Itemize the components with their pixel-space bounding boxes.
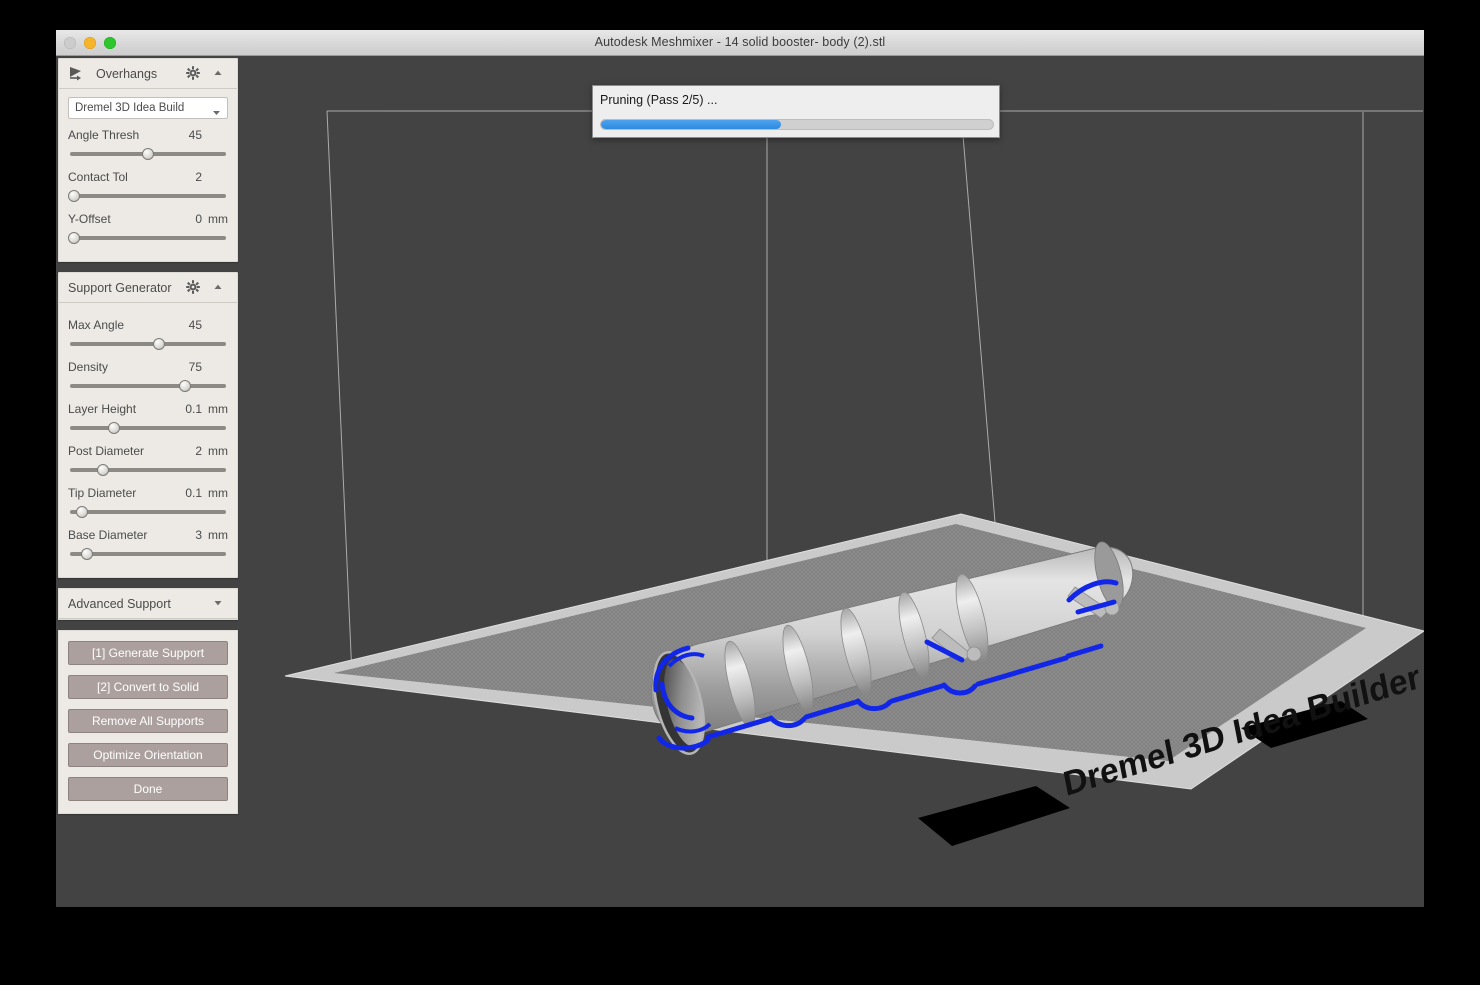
progress-status-text: Pruning (Pass 2/5) ... <box>600 93 718 107</box>
slider-track <box>70 342 226 346</box>
slider-knob[interactable] <box>68 232 81 244</box>
slider-knob[interactable] <box>81 548 94 560</box>
param-label: Max Angle <box>68 318 125 332</box>
slider-tip-diameter[interactable] <box>68 503 228 521</box>
overhang-flag-icon <box>68 66 90 82</box>
window-title: Autodesk Meshmixer - 14 solid booster- b… <box>594 35 886 49</box>
slider-track <box>70 384 226 388</box>
slider-knob[interactable] <box>68 190 81 202</box>
slider-post-diameter[interactable] <box>68 461 228 479</box>
panel-support-generator-title: Support Generator <box>68 280 172 295</box>
printer-dropdown-value: Dremel 3D Idea Build <box>75 102 185 114</box>
progress-bar-fill <box>601 120 782 129</box>
chevron-up-icon[interactable] <box>212 66 228 82</box>
param-label: Post Diameter <box>68 444 145 458</box>
gear-icon[interactable] <box>186 279 202 296</box>
param-row: Y-Offset 0 mm <box>68 212 228 226</box>
slider-track <box>70 194 226 198</box>
panel-advanced-support[interactable]: Advanced Support <box>58 588 238 620</box>
slider-knob[interactable] <box>153 338 166 350</box>
slider-y-offset[interactable] <box>68 229 228 247</box>
done-button[interactable]: Done <box>68 777 228 801</box>
panel-advanced-support-header[interactable]: Advanced Support <box>59 589 237 619</box>
gear-icon[interactable] <box>186 65 202 82</box>
param-row: Layer Height 0.1 mm <box>68 402 228 416</box>
slider-base-diameter[interactable] <box>68 545 228 563</box>
chevron-down-icon <box>212 104 221 115</box>
slider-max-angle[interactable] <box>68 335 228 353</box>
param-unit: mm <box>208 444 228 458</box>
slider-knob[interactable] <box>108 422 121 434</box>
param-row: Base Diameter 3 mm <box>68 528 228 542</box>
param-label: Tip Diameter <box>68 486 137 500</box>
scene-render: Dremel 3D Idea Builder <box>56 56 1424 907</box>
param-value: 0.1 <box>185 402 202 416</box>
param-value: 2 <box>195 170 202 184</box>
3d-viewport[interactable]: Dremel 3D Idea Builder <box>56 56 1424 907</box>
chevron-down-icon[interactable] <box>212 596 228 612</box>
slider-knob[interactable] <box>178 380 191 392</box>
action-button-group: [1] Generate Support [2] Convert to Soli… <box>58 630 238 814</box>
panel-advanced-support-title: Advanced Support <box>68 596 171 611</box>
panel-support-generator-body: Max Angle 45 Density 75 Layer Height 0.1… <box>59 303 237 577</box>
panel-support-generator: Support Generator Max Angle 45 Density 7… <box>58 272 238 578</box>
slider-angle-thresh[interactable] <box>68 145 228 163</box>
titlebar: Autodesk Meshmixer - 14 solid booster- b… <box>56 30 1424 56</box>
generate-support-button[interactable]: [1] Generate Support <box>68 641 228 665</box>
param-label: Base Diameter <box>68 528 148 542</box>
param-row: Angle Thresh 45 <box>68 128 228 142</box>
panel-overhangs-header[interactable]: Overhangs <box>59 59 237 89</box>
param-row: Post Diameter 2 mm <box>68 444 228 458</box>
slider-track <box>70 552 226 556</box>
param-label: Density <box>68 360 109 374</box>
param-label: Layer Height <box>68 402 137 416</box>
param-value: 3 <box>195 528 202 542</box>
param-value: 0.1 <box>185 486 202 500</box>
param-value: 45 <box>188 128 202 142</box>
slider-knob[interactable] <box>97 464 110 476</box>
slider-knob[interactable] <box>142 148 154 160</box>
param-row: Tip Diameter 0.1 mm <box>68 486 228 500</box>
param-unit: mm <box>208 486 228 500</box>
panel-support-generator-header[interactable]: Support Generator <box>59 273 237 303</box>
panel-overhangs: Overhangs Dremel 3D Idea Build Angle Thr… <box>58 58 238 262</box>
slider-track <box>70 468 226 472</box>
param-row: Max Angle 45 <box>68 318 228 332</box>
param-row: Density 75 <box>68 360 228 374</box>
param-unit: mm <box>208 402 228 416</box>
application-window: Autodesk Meshmixer - 14 solid booster- b… <box>56 30 1424 907</box>
param-unit: mm <box>208 212 228 226</box>
param-label: Contact Tol <box>68 170 128 184</box>
slider-track <box>70 510 226 514</box>
remove-all-supports-button[interactable]: Remove All Supports <box>68 709 228 733</box>
progress-bar-track <box>600 119 994 130</box>
param-value: 2 <box>195 444 202 458</box>
panel-overhangs-title: Overhangs <box>96 66 158 81</box>
slider-contact-tol[interactable] <box>68 187 228 205</box>
param-value: 45 <box>188 318 202 332</box>
slider-density[interactable] <box>68 377 228 395</box>
convert-to-solid-button[interactable]: [2] Convert to Solid <box>68 675 228 699</box>
param-value: 0 <box>195 212 202 226</box>
param-row: Contact Tol 2 <box>68 170 228 184</box>
param-unit: mm <box>208 528 228 542</box>
slider-layer-height[interactable] <box>68 419 228 437</box>
param-label: Y-Offset <box>68 212 111 226</box>
slider-track <box>70 426 226 430</box>
param-value: 75 <box>188 360 202 374</box>
param-label: Angle Thresh <box>68 128 140 142</box>
chevron-up-icon[interactable] <box>212 280 228 296</box>
slider-track <box>70 236 226 240</box>
tool-panel: Overhangs Dremel 3D Idea Build Angle Thr… <box>58 58 238 814</box>
progress-dialog: Pruning (Pass 2/5) ... <box>592 85 1000 138</box>
panel-overhangs-body: Dremel 3D Idea Build Angle Thresh 45 Con… <box>59 89 237 261</box>
printer-dropdown[interactable]: Dremel 3D Idea Build <box>68 97 228 119</box>
slider-knob[interactable] <box>76 506 89 518</box>
optimize-orientation-button[interactable]: Optimize Orientation <box>68 743 228 767</box>
